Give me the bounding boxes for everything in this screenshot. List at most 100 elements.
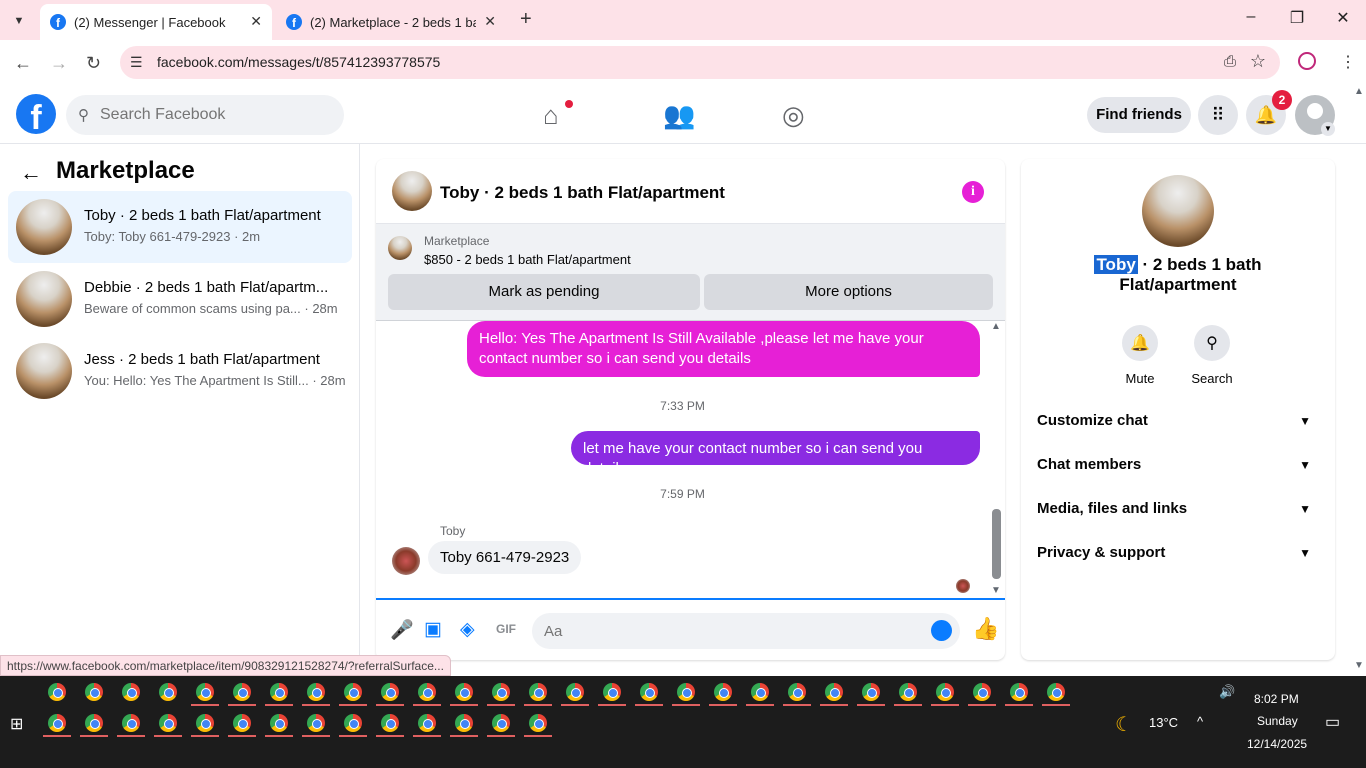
- taskbar-app-icon[interactable]: [825, 683, 843, 701]
- friends-icon[interactable]: 👥: [663, 100, 695, 131]
- taskbar-app-icon[interactable]: [122, 683, 140, 701]
- scroll-down-icon[interactable]: ▼: [1354, 660, 1364, 671]
- taskbar-app-icon[interactable]: [85, 683, 103, 701]
- message-input-box[interactable]: [532, 613, 960, 649]
- notifications-icon[interactable]: ▭: [1325, 712, 1340, 732]
- taskbar-app-icon[interactable]: [936, 683, 954, 701]
- taskbar-chrome-icon[interactable]: [159, 714, 177, 732]
- taskbar-app-icon[interactable]: [529, 683, 547, 701]
- search-input[interactable]: [100, 95, 330, 135]
- windows-start-icon[interactable]: ⊞: [10, 714, 23, 734]
- gif-icon[interactable]: GIF: [496, 622, 516, 636]
- tab-marketplace[interactable]: f (2) Marketplace - 2 beds 1 bath ✕: [276, 4, 506, 40]
- taskbar-app-icon[interactable]: [973, 683, 991, 701]
- outgoing-message[interactable]: let me have your contact number so i can…: [571, 431, 980, 477]
- taskbar-app-icon[interactable]: [418, 683, 436, 701]
- url-text[interactable]: facebook.com/messages/t/857412393778575: [157, 54, 440, 70]
- chat-title[interactable]: Toby · 2 beds 1 bath Flat/apartment: [440, 183, 725, 203]
- new-tab-icon[interactable]: +: [520, 8, 532, 31]
- taskbar-app-icon[interactable]: [48, 683, 66, 701]
- scrollbar-thumb[interactable]: [992, 509, 1001, 579]
- taskbar-app-icon[interactable]: [233, 683, 251, 701]
- taskbar-app-icon[interactable]: [196, 683, 214, 701]
- taskbar-chrome-icon[interactable]: [529, 714, 547, 732]
- microphone-icon[interactable]: 🎤: [390, 618, 414, 642]
- taskbar-chrome-icon[interactable]: [307, 714, 325, 732]
- bookmark-star-icon[interactable]: ☆: [1250, 51, 1266, 72]
- taskbar-app-icon[interactable]: [270, 683, 288, 701]
- taskbar-app-icon[interactable]: [307, 683, 325, 701]
- media-files-row[interactable]: Media, files and links ▼: [1037, 487, 1319, 531]
- conversation-item[interactable]: Jess · 2 beds 1 bath Flat/apartment You:…: [8, 335, 352, 407]
- info-icon[interactable]: i: [962, 181, 984, 203]
- close-window-icon[interactable]: ✕: [1328, 8, 1358, 28]
- back-icon[interactable]: ←: [14, 53, 32, 74]
- customize-chat-row[interactable]: Customize chat ▼: [1037, 399, 1319, 443]
- taskbar-app-icon[interactable]: [1010, 683, 1028, 701]
- taskbar-chrome-icon[interactable]: [418, 714, 436, 732]
- taskbar-chrome-icon[interactable]: [492, 714, 510, 732]
- taskbar-chrome-icon[interactable]: [455, 714, 473, 732]
- search-button[interactable]: ⚲ Search: [1182, 325, 1242, 386]
- site-info-icon[interactable]: ☰: [130, 54, 143, 71]
- mark-pending-button[interactable]: Mark as pending: [388, 274, 700, 310]
- message-input[interactable]: [544, 613, 914, 649]
- taskbar-chrome-icon[interactable]: [381, 714, 399, 732]
- outgoing-message[interactable]: Hello: Yes The Apartment Is Still Availa…: [467, 321, 980, 377]
- minimize-icon[interactable]: –: [1236, 8, 1266, 26]
- taskbar-app-icon[interactable]: [1047, 683, 1065, 701]
- thumbs-up-icon[interactable]: 👍: [972, 616, 999, 642]
- more-options-button[interactable]: More options: [704, 274, 993, 310]
- privacy-support-row[interactable]: Privacy & support ▼: [1037, 531, 1319, 575]
- reload-icon[interactable]: ↻: [86, 53, 101, 74]
- sender-avatar[interactable]: [392, 547, 420, 575]
- taskbar-app-icon[interactable]: [899, 683, 917, 701]
- taskbar-app-icon[interactable]: [603, 683, 621, 701]
- volume-icon[interactable]: 🔊: [1219, 684, 1235, 700]
- back-arrow-icon[interactable]: ←: [20, 160, 42, 186]
- scroll-down-icon[interactable]: ▼: [991, 585, 1001, 596]
- close-tab-icon[interactable]: ✕: [484, 13, 496, 30]
- sticker-icon[interactable]: ◈: [460, 618, 475, 641]
- tab-search-icon[interactable]: ▼: [8, 10, 30, 32]
- taskbar-chrome-icon[interactable]: [233, 714, 251, 732]
- home-icon[interactable]: ⌂: [543, 100, 559, 131]
- taskbar-chrome-icon[interactable]: [85, 714, 103, 732]
- taskbar-app-icon[interactable]: [640, 683, 658, 701]
- taskbar-app-icon[interactable]: [788, 683, 806, 701]
- taskbar-app-icon[interactable]: [492, 683, 510, 701]
- chevron-down-icon[interactable]: ▼: [1321, 122, 1335, 136]
- restore-icon[interactable]: ❐: [1282, 8, 1312, 28]
- photo-icon[interactable]: ▣: [424, 618, 442, 641]
- chat-scrollbar[interactable]: ▲ ▼: [988, 321, 1005, 598]
- tab-messenger[interactable]: f (2) Messenger | Facebook ✕: [40, 4, 272, 40]
- taskbar-app-icon[interactable]: [344, 683, 362, 701]
- weather-moon-icon[interactable]: ☾: [1115, 712, 1133, 737]
- listing-price[interactable]: $850 - 2 beds 1 bath Flat/apartment: [424, 252, 631, 267]
- taskbar-chrome-icon[interactable]: [122, 714, 140, 732]
- taskbar-chrome-icon[interactable]: [48, 714, 66, 732]
- weather-temp[interactable]: 13°C: [1149, 715, 1178, 730]
- page-scrollbar[interactable]: ▲ ▼: [1352, 86, 1366, 676]
- taskbar-app-icon[interactable]: [677, 683, 695, 701]
- browser-menu-icon[interactable]: ⋮: [1340, 52, 1356, 72]
- install-app-icon[interactable]: ⎙: [1224, 53, 1236, 70]
- conversation-item[interactable]: Toby · 2 beds 1 bath Flat/apartment Toby…: [8, 191, 352, 263]
- menu-grid-icon[interactable]: ⠿: [1198, 95, 1238, 135]
- taskbar-app-icon[interactable]: [862, 683, 880, 701]
- find-friends-button[interactable]: Find friends: [1087, 97, 1191, 133]
- taskbar-app-icon[interactable]: [751, 683, 769, 701]
- conversation-item[interactable]: Debbie · 2 beds 1 bath Flat/apartm... Be…: [8, 263, 352, 335]
- taskbar-app-icon[interactable]: [714, 683, 732, 701]
- show-hidden-icons-icon[interactable]: ^: [1197, 714, 1203, 729]
- taskbar-chrome-icon[interactable]: [270, 714, 288, 732]
- facebook-search[interactable]: ⚲: [66, 95, 344, 135]
- profile-icon[interactable]: [1298, 52, 1316, 70]
- scroll-up-icon[interactable]: ▲: [991, 321, 1001, 332]
- omnibox[interactable]: ☰ facebook.com/messages/t/85741239377857…: [120, 46, 1280, 79]
- taskbar-app-icon[interactable]: [455, 683, 473, 701]
- facebook-logo-icon[interactable]: f: [16, 94, 56, 134]
- forward-icon[interactable]: →: [50, 53, 68, 74]
- groups-icon[interactable]: ◎: [782, 100, 805, 131]
- taskbar-chrome-icon[interactable]: [196, 714, 214, 732]
